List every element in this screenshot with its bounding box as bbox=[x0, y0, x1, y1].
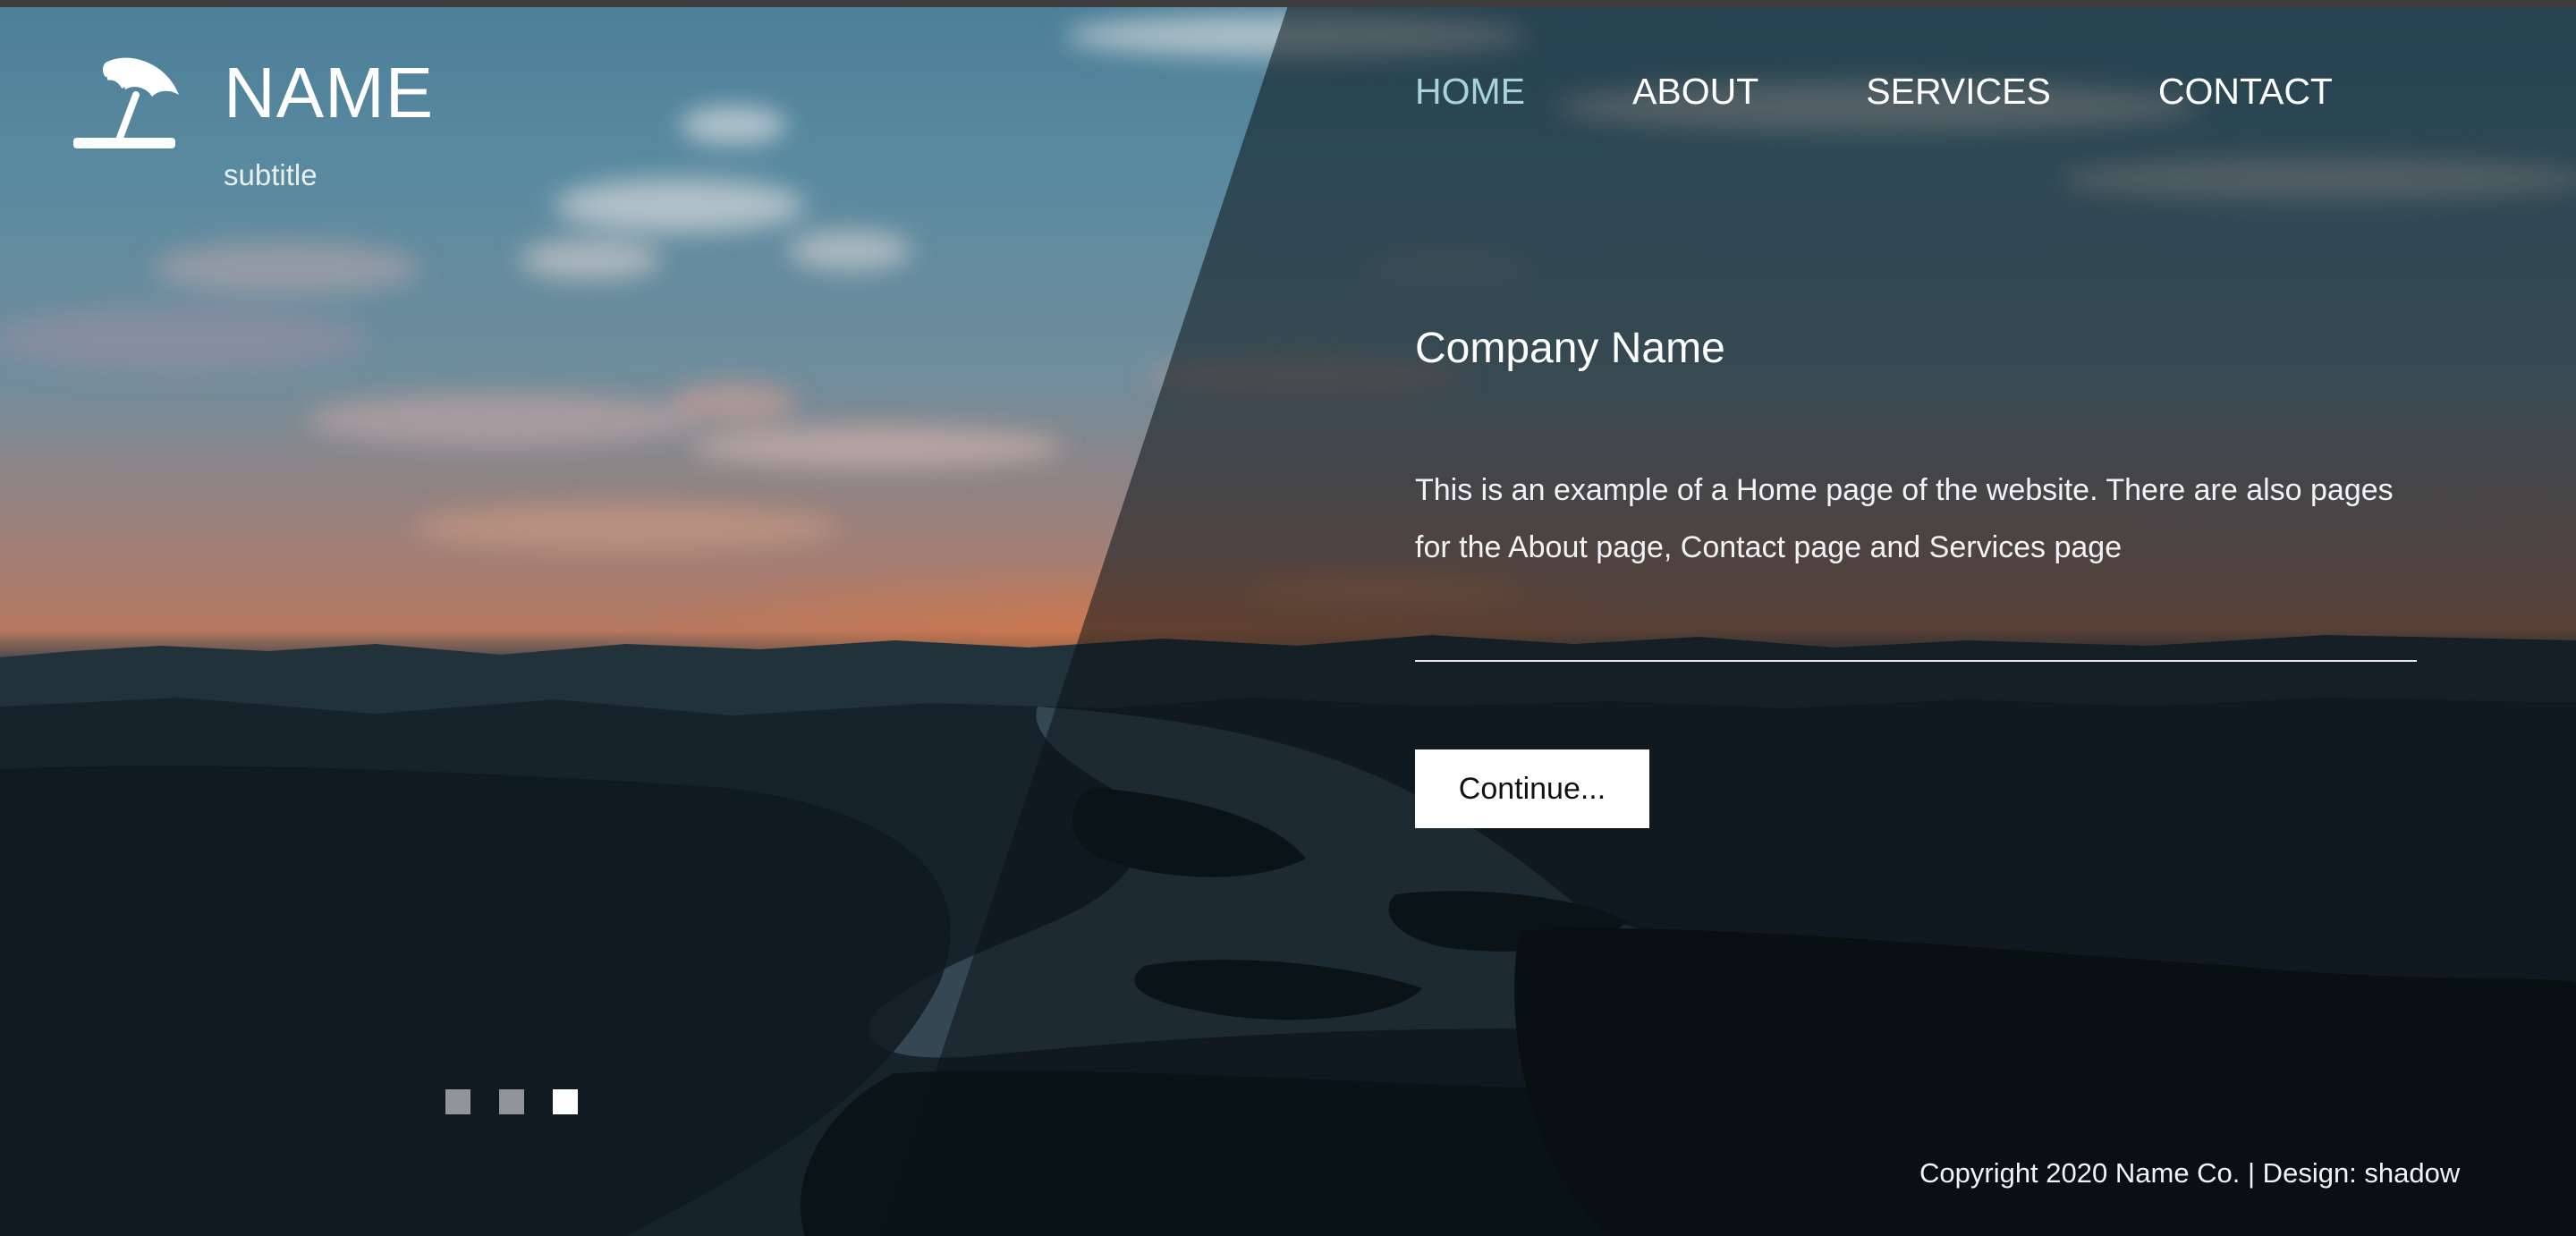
slider-dots bbox=[445, 1089, 578, 1114]
slider-dot-1[interactable] bbox=[445, 1089, 470, 1114]
slider-dot-2[interactable] bbox=[499, 1089, 524, 1114]
intro-paragraph: This is an example of a Home page of the… bbox=[1415, 473, 2394, 564]
brand-name[interactable]: NAME bbox=[224, 50, 434, 136]
footer-copyright: Copyright 2020 Name Co. | Design: shadow bbox=[1919, 1157, 2461, 1189]
slider-dot-3[interactable] bbox=[553, 1089, 578, 1114]
page: NAME subtitle HOME ABOUT SERVICES CONTAC… bbox=[0, 0, 2576, 1236]
company-name-heading: Company Name bbox=[1415, 325, 1725, 372]
continue-button[interactable]: Continue... bbox=[1415, 749, 1649, 828]
diagonal-dark-overlay bbox=[881, 0, 2576, 1236]
main-nav: HOME ABOUT SERVICES CONTACT bbox=[1415, 66, 2440, 116]
hero-background-image bbox=[0, 0, 2576, 1236]
window-top-border bbox=[0, 0, 2576, 7]
nav-item-contact[interactable]: CONTACT bbox=[2158, 66, 2333, 116]
beach-umbrella-icon bbox=[73, 57, 179, 148]
nav-item-about[interactable]: ABOUT bbox=[1632, 66, 1758, 116]
content-divider bbox=[1415, 660, 2417, 662]
brand-subtitle: subtitle bbox=[224, 158, 318, 191]
nav-item-home[interactable]: HOME bbox=[1415, 66, 1525, 116]
nav-item-services[interactable]: SERVICES bbox=[1866, 66, 2051, 116]
